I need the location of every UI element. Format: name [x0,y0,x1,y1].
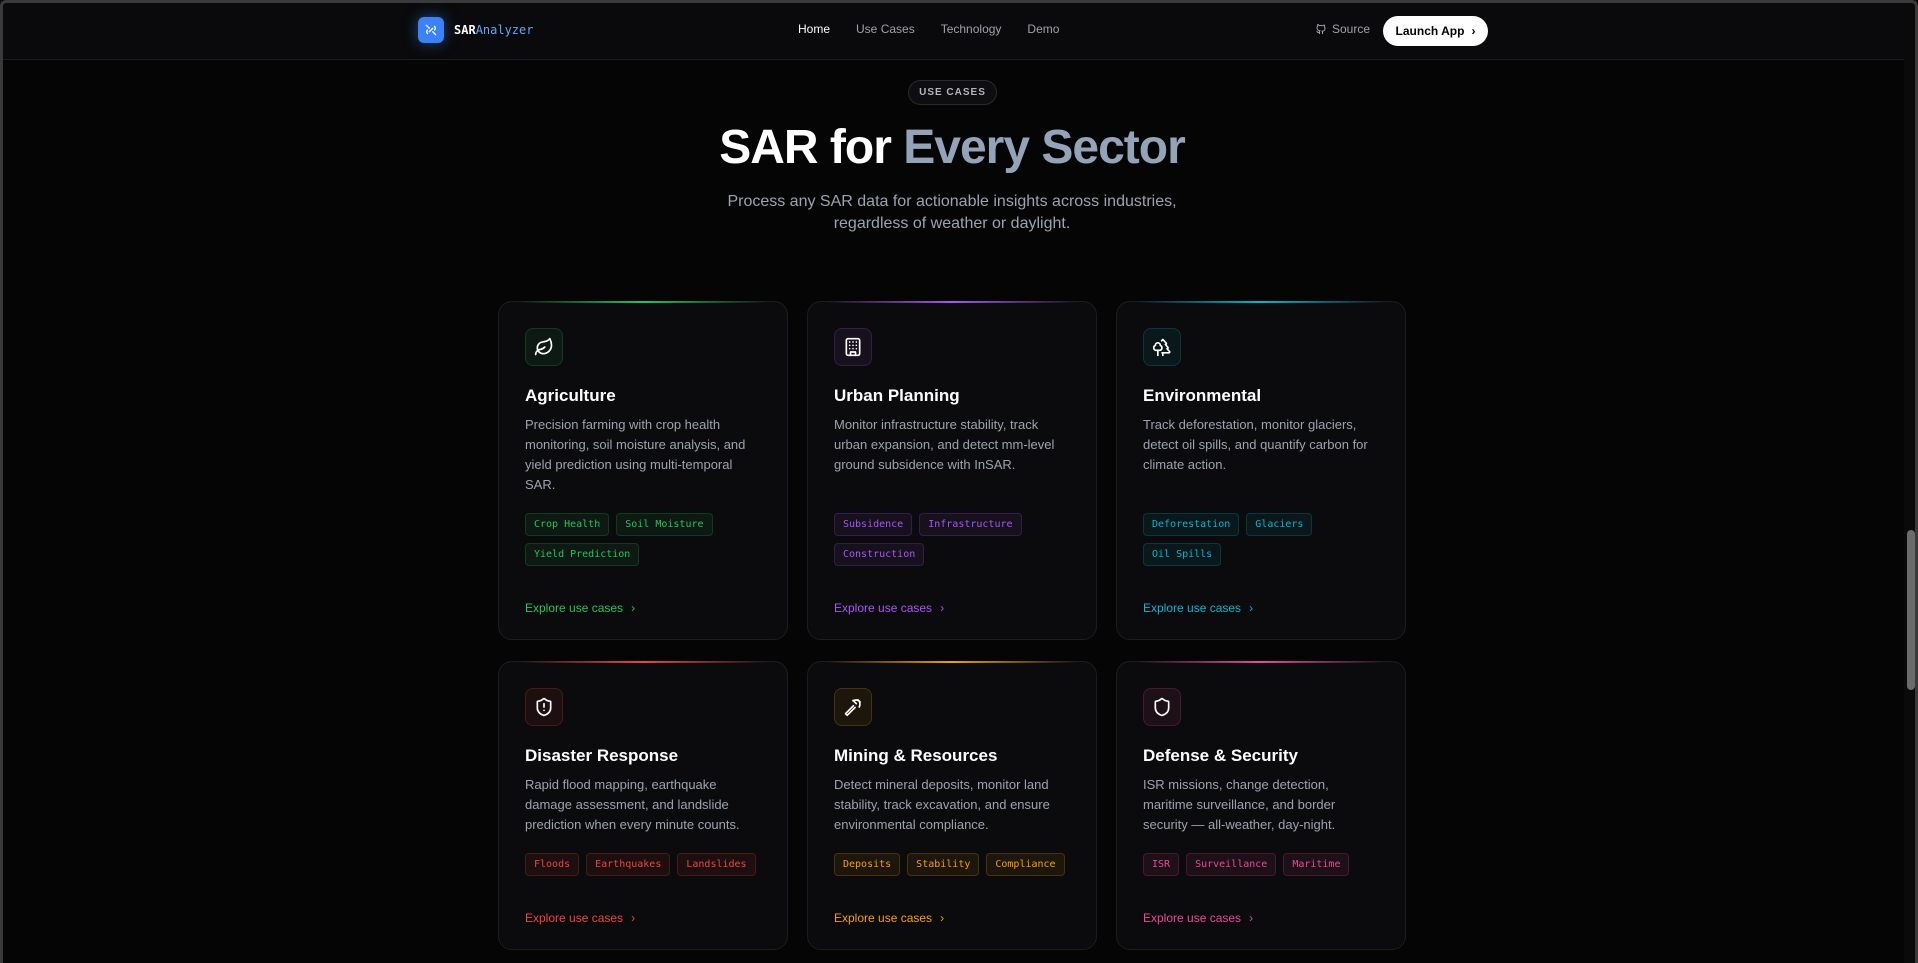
tag: Subsidence [834,513,913,536]
page-subtitle: Process any SAR data for actionable insi… [727,193,1177,232]
launch-app-button[interactable]: Launch App › [1383,16,1488,46]
tag: Yield Prediction [525,543,640,566]
use-case-card: Mining & Resources Detect mineral deposi… [807,661,1097,950]
card-title: Environmental [1143,386,1262,405]
tag: Crop Health [525,513,610,536]
title-accent: Every Sector [903,121,1186,174]
scrollbar-thumb[interactable] [1907,530,1915,690]
satellite-icon [418,17,444,43]
tag: Compliance [986,853,1065,876]
explore-label: Explore use cases [525,911,624,925]
source-link[interactable]: Source [1315,22,1370,36]
logo-text: SARAnalyzer [454,23,533,37]
tag: Deposits [834,853,901,876]
nav-demo[interactable]: Demo [1027,22,1059,36]
trees-icon [1143,328,1181,366]
tag: Glaciers [1246,513,1313,536]
explore-link[interactable]: Explore use cases › [834,601,1070,615]
pickaxe-icon [834,688,872,726]
tag: Oil Spills [1143,543,1222,566]
tag-list: Crop Health Soil Moisture Yield Prediction [525,513,761,566]
card-title: Agriculture [525,386,616,405]
nav-home[interactable]: Home [798,22,830,36]
nav-technology[interactable]: Technology [941,22,1002,36]
chevron-right-icon: › [1249,601,1254,615]
tag-list: Floods Earthquakes Landslides [525,853,761,876]
tag: Surveillance [1186,853,1277,876]
tag: Landslides [677,853,756,876]
tag: Infrastructure [919,513,1022,536]
card-description: Monitor infrastructure stability, track … [834,417,1055,472]
top-nav: SARAnalyzer Home Use Cases Technology De… [0,0,1904,60]
title-part: SAR for [719,121,904,174]
use-case-card: Urban Planning Monitor infrastructure st… [807,301,1097,640]
card-description: Rapid flood mapping, earthquake damage a… [525,777,740,832]
use-case-grid: Agriculture Precision farming with crop … [498,301,1407,950]
explore-link[interactable]: Explore use cases › [525,601,761,615]
tag-list: Subsidence Infrastructure Construction [834,513,1070,566]
leaf-icon [525,328,563,366]
card-description: Precision farming with crop health monit… [525,417,746,492]
use-case-card: Disaster Response Rapid flood mapping, e… [498,661,788,950]
explore-link[interactable]: Explore use cases › [1143,601,1379,615]
tag: Construction [834,543,925,566]
tag: Maritime [1283,853,1350,876]
card-title: Defense & Security [1143,746,1298,765]
explore-label: Explore use cases [834,601,933,615]
github-icon [1316,24,1326,34]
chevron-right-icon: › [631,911,636,925]
explore-link[interactable]: Explore use cases › [834,911,1070,925]
use-case-card: Agriculture Precision farming with crop … [498,301,788,640]
chevron-right-icon: › [940,911,945,925]
card-title: Disaster Response [525,746,679,765]
use-case-card: Defense & Security ISR missions, change … [1116,661,1406,950]
explore-link[interactable]: Explore use cases › [1143,911,1379,925]
tag: Deforestation [1143,513,1240,536]
shield-alert-icon [525,688,563,726]
page-title: SAR for Every Sector [0,120,1904,175]
explore-label: Explore use cases [834,911,933,925]
tag: Stability [907,853,980,876]
explore-label: Explore use cases [525,601,624,615]
launch-app-label: Launch App [1395,24,1465,38]
scrollbar[interactable] [1904,0,1918,963]
tag-list: Deforestation Glaciers Oil Spills [1143,513,1379,566]
chevron-right-icon: › [1249,911,1254,925]
main-nav: Home Use Cases Technology Demo [798,22,1059,36]
tag: Earthquakes [586,853,671,876]
card-description: Detect mineral deposits, monitor land st… [834,777,1050,832]
section-badge: USE CASES [908,80,997,105]
nav-use-cases[interactable]: Use Cases [856,22,915,36]
card-description: Track deforestation, monitor glaciers, d… [1143,417,1368,472]
explore-label: Explore use cases [1143,601,1242,615]
tag: Soil Moisture [616,513,713,536]
card-title: Urban Planning [834,386,960,405]
source-label: Source [1332,22,1371,36]
card-description: ISR missions, change detection, maritime… [1143,777,1336,832]
use-case-card: Environmental Track deforestation, monit… [1116,301,1406,640]
explore-label: Explore use cases [1143,911,1242,925]
logo-text-sar: SAR [454,23,476,37]
chevron-right-icon: › [1471,24,1476,38]
logo-text-analyzer: Analyzer [475,23,534,37]
shield-icon [1143,688,1181,726]
tag: Floods [525,853,580,876]
building-icon [834,328,872,366]
chevron-right-icon: › [631,601,636,615]
tag-list: Deposits Stability Compliance [834,853,1070,876]
tag-list: ISR Surveillance Maritime [1143,853,1379,876]
card-title: Mining & Resources [834,746,998,765]
chevron-right-icon: › [940,601,945,615]
tag: ISR [1143,853,1180,876]
logo[interactable]: SARAnalyzer [418,17,533,43]
explore-link[interactable]: Explore use cases › [525,911,761,925]
